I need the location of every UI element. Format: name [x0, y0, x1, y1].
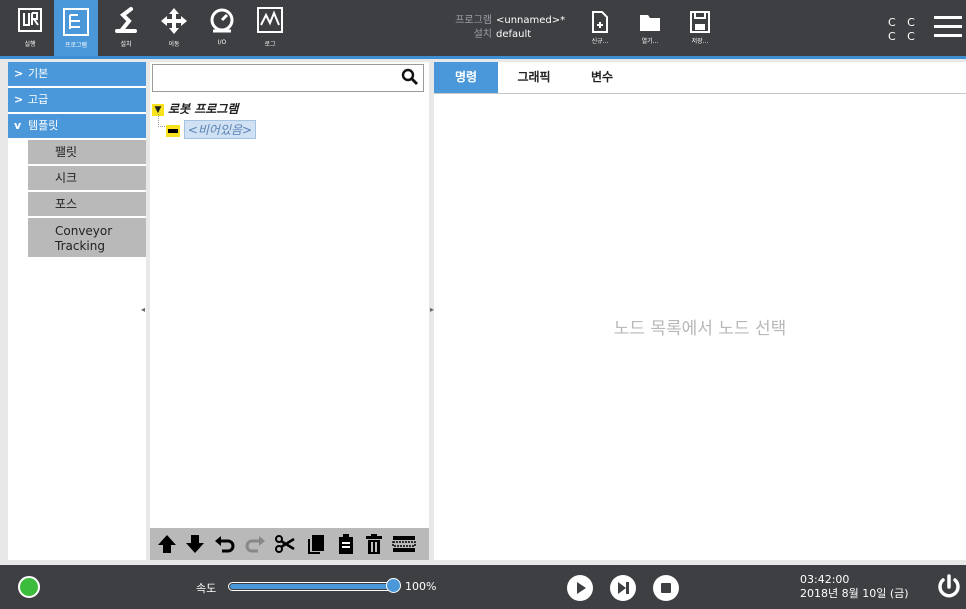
- program-tree-icon: [63, 8, 89, 36]
- nav-program-label: 프로그램: [64, 42, 88, 49]
- step-icon[interactable]: [610, 575, 636, 604]
- robot-status-led[interactable]: [18, 576, 40, 598]
- clock-time: 03:42:00: [800, 573, 850, 586]
- copy-icon[interactable]: [306, 533, 326, 558]
- category-advanced-label: 고급: [28, 93, 49, 106]
- play-icon[interactable]: [567, 575, 593, 604]
- tree-empty-node[interactable]: <비어있음>: [166, 120, 257, 139]
- delete-icon[interactable]: [364, 533, 384, 558]
- nav-program-button[interactable]: 프로그램: [54, 0, 98, 56]
- template-force[interactable]: 포스: [28, 192, 146, 216]
- template-pallet[interactable]: 팰릿: [28, 140, 146, 164]
- cc-status-bottom: C C: [888, 30, 919, 43]
- tree-root-label: 로봇 프로그램: [168, 102, 239, 116]
- clock-date: 2018년 8월 10일 (금): [800, 587, 909, 600]
- nav-run-label: 실행: [24, 41, 36, 48]
- program-name: <unnamed>*: [496, 15, 566, 26]
- move-up-icon[interactable]: [156, 533, 178, 558]
- nav-log-button[interactable]: 로그: [248, 5, 292, 53]
- new-file-button[interactable]: 신규...: [580, 10, 620, 45]
- control-status: C C C C: [888, 16, 919, 44]
- cut-icon[interactable]: [274, 533, 296, 558]
- program-tree-panel: ▼ 로봇 프로그램 <비어있음>: [150, 62, 429, 560]
- speed-slider-knob[interactable]: [386, 578, 401, 593]
- nav-io-label: I/O: [217, 39, 227, 46]
- log-chart-icon: [257, 7, 283, 33]
- redo-icon[interactable]: [244, 533, 266, 558]
- suppress-icon[interactable]: [392, 533, 416, 558]
- template-seek[interactable]: 시크: [28, 166, 146, 190]
- speed-value: 100%: [405, 580, 437, 593]
- footer-bar: 속도 100% 03:42:00 2018년 8월 10일 (금): [0, 565, 966, 609]
- speed-label: 속도: [196, 582, 217, 595]
- detail-tabs: 명령 그래픽 변수: [434, 62, 966, 94]
- nav-install-button[interactable]: 설치: [104, 5, 148, 53]
- nav-io-button[interactable]: I/O: [200, 5, 244, 53]
- program-info: 프로그램 <unnamed>* 설치 default: [440, 14, 565, 42]
- collapse-left-handle-icon[interactable]: ◂: [141, 305, 145, 314]
- power-icon[interactable]: [936, 574, 962, 603]
- nav-move-button[interactable]: 이동: [152, 5, 196, 53]
- nav-move-label: 이동: [168, 41, 180, 48]
- top-accent-line: [0, 56, 966, 59]
- empty-node-icon: [166, 124, 180, 137]
- speed-slider[interactable]: [228, 578, 401, 593]
- top-bar: 실행 프로그램 설치 이동 I/O 로그 프로그램 <unnamed>* 설치 de…: [0, 0, 966, 59]
- category-advanced[interactable]: > 고급: [8, 88, 146, 112]
- chevron-right-icon: >: [14, 67, 24, 80]
- node-category-panel: > 기본 > 고급 v 템플릿 팰릿 시크 포스 Conveyor Tracking: [8, 62, 146, 560]
- program-label: 프로그램: [455, 15, 492, 26]
- tree-search-box[interactable]: [152, 64, 424, 92]
- chevron-right-icon: >: [14, 93, 24, 106]
- move-arrows-icon: [161, 8, 187, 34]
- select-node-placeholder: 노드 목록에서 노드 선택: [613, 319, 787, 339]
- robot-arm-icon: [115, 7, 137, 33]
- tree-toolbar: [150, 528, 429, 560]
- folder-icon: [640, 15, 660, 31]
- tab-command[interactable]: 명령: [434, 62, 498, 93]
- node-detail-panel: 명령 그래픽 변수 노드 목록에서 노드 선택: [434, 62, 966, 560]
- nav-install-label: 설치: [120, 41, 132, 48]
- speed-slider-fill: [230, 584, 398, 589]
- save-file-button[interactable]: 저장...: [680, 10, 720, 45]
- ur-logo-icon: 실행: [8, 5, 52, 53]
- tree-empty-label: <비어있음>: [183, 120, 257, 139]
- open-file-button[interactable]: 열기...: [630, 10, 670, 45]
- io-gauge-icon: [210, 8, 234, 33]
- hamburger-menu-icon[interactable]: [934, 16, 962, 43]
- template-conveyor-tracking[interactable]: Conveyor Tracking: [28, 218, 146, 257]
- category-templates[interactable]: v 템플릿: [8, 114, 146, 138]
- save-disk-icon: [690, 11, 710, 33]
- search-icon[interactable]: [401, 68, 419, 89]
- stop-icon[interactable]: [653, 575, 679, 604]
- category-basic[interactable]: > 기본: [8, 62, 146, 86]
- install-label: 설치: [473, 29, 492, 40]
- undo-icon[interactable]: [214, 533, 236, 558]
- new-file-icon: [592, 11, 608, 33]
- chevron-down-icon: v: [14, 119, 22, 132]
- category-basic-label: 기본: [28, 67, 49, 80]
- move-down-icon[interactable]: [184, 533, 206, 558]
- nav-log-label: 로그: [264, 41, 276, 48]
- tab-variables[interactable]: 변수: [570, 62, 634, 93]
- new-file-label: 신규...: [591, 38, 609, 45]
- clock: 03:42:00 2018년 8월 10일 (금): [800, 573, 909, 601]
- cc-status-top: C C: [888, 16, 919, 29]
- tab-graphics[interactable]: 그래픽: [502, 62, 566, 93]
- save-file-label: 저장...: [691, 38, 709, 45]
- paste-icon[interactable]: [336, 533, 356, 558]
- install-name: default: [496, 29, 532, 40]
- category-templates-label: 템플릿: [28, 119, 59, 132]
- open-file-label: 열기...: [641, 38, 659, 45]
